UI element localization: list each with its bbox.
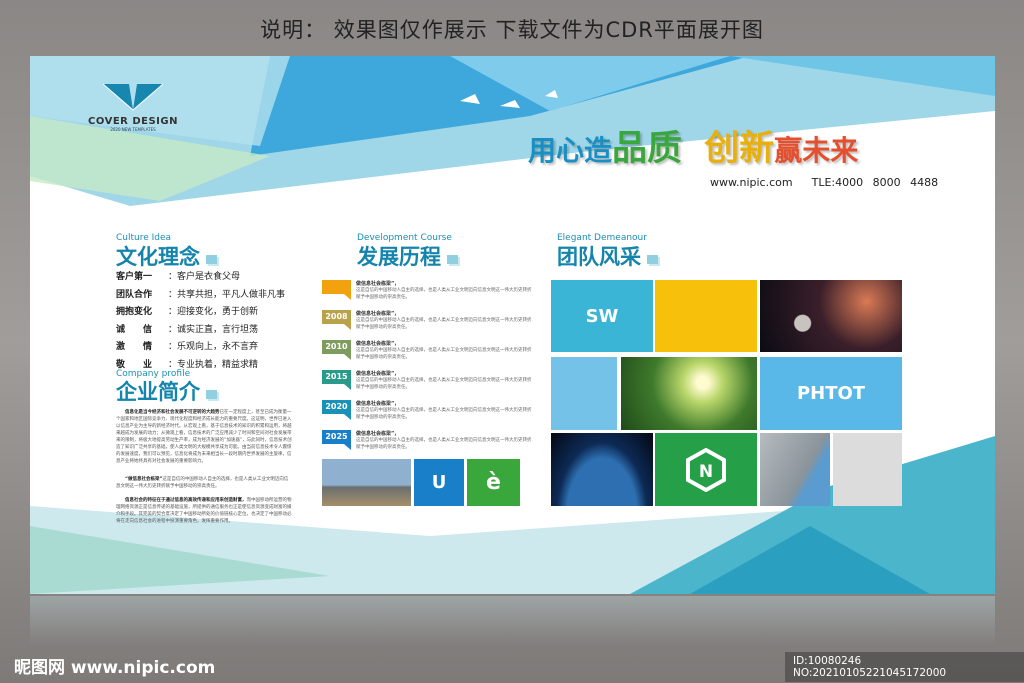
item-title: 做信息社会栋梁”， [356, 371, 400, 377]
culture-row: 拥抱变化 ：迎接变化，勇于创新 [116, 307, 259, 317]
tile-green-logo: N [655, 433, 757, 506]
building-photo [760, 433, 830, 506]
slogan: 用心造品质 创新赢未来 [528, 129, 859, 169]
culture-row: 团队合作 ：共享共担，平凡人做非凡事 [116, 289, 286, 300]
timeline-item: 2010 做信息社会栋梁”， 这是自信的中国移动人自主的选择，也是人类从工业文明迈向… [322, 340, 532, 370]
svg-text:N: N [699, 462, 713, 482]
profile-title: 企业简介 [116, 376, 217, 406]
space-photo [760, 280, 902, 352]
profile-paragraph: 信息社会的特征在于通过信息的高效传递和应用来创造财富，而中国移动所运营的物理网络… [116, 498, 292, 524]
timeline-item: 2008 做信息社会栋梁”， 这是自信的中国移动人自主的选择，也是人类从工业文明迈向… [322, 310, 532, 340]
tile-lightblue [551, 357, 617, 430]
tile-grey [833, 433, 902, 506]
hexagon-logo-icon: N [686, 447, 726, 492]
profile-paragraph: “做信息社会栋梁”这是自信的中国移动人自主的选择，也是人类从工业文明迈向信息文明… [116, 477, 289, 489]
profile-paragraph: 信息化是当今经济和社会发展不可逆转的大趋势已在一定程度上，甚至已成为衡量一个国家… [116, 410, 292, 464]
caption: 说明： 效果图仅作展示 下载文件为CDR平面展开图 [260, 18, 764, 42]
contact-info: www.nipic.com TLE:4000 8000 4488 [710, 176, 939, 189]
watermark: 昵图网 www.nipic.com [14, 658, 216, 678]
item-title: 做信息社会栋梁”， [356, 431, 400, 437]
earth-photo [551, 433, 653, 506]
year-tag: 2008 [322, 310, 351, 330]
item-text: 这是自信的中国移动人自主的选择，也是人类从工业文明迈向信息文明这一伟大历史转折赋… [356, 288, 532, 300]
logo: COVER DESIGN 2020 NEW TEMPLATES [88, 82, 178, 132]
item-title: 做信息社会栋梁”， [356, 341, 400, 347]
timeline-item: 2020 做信息社会栋梁”， 这是自信的中国移动人自主的选择，也是人类从工业文明迈向… [322, 400, 532, 430]
item-title: 做信息社会栋梁”， [356, 311, 400, 317]
image-id: ID:10080246 NO:20210105221045172000 [785, 652, 1024, 682]
year-tag: 2020 [322, 400, 351, 420]
tile-sw: SW [551, 280, 653, 352]
item-text: 这是自信的中国移动人自主的选择，也是人类从工业文明迈向信息文明这一伟大历史转折赋… [356, 438, 532, 450]
display-board: COVER DESIGN 2020 NEW TEMPLATES 用心造品质 创新… [30, 56, 995, 594]
timeline-item: 2015 做信息社会栋梁”， 这是自信的中国移动人自主的选择，也是人类从工业文明迈向… [322, 370, 532, 400]
item-title: 做信息社会栋梁”， [356, 401, 400, 407]
item-text: 这是自信的中国移动人自主的选择，也是人类从工业文明迈向信息文明这一伟大历史转折赋… [356, 348, 532, 360]
city-photo [322, 459, 411, 506]
item-text: 这是自信的中国移动人自主的选择，也是人类从工业文明迈向信息文明这一伟大历史转折赋… [356, 378, 532, 390]
year-tag: 2025 [322, 430, 351, 450]
reflection [30, 596, 995, 646]
item-text: 这是自信的中国移动人自主的选择，也是人类从工业文明迈向信息文明这一伟大历史转折赋… [356, 408, 532, 420]
culture-row: 诚 信：诚实正直，言行坦荡 [116, 324, 259, 335]
year-tag: 2015 [322, 370, 351, 390]
tile-yellow [655, 280, 757, 352]
tile-u: U [414, 459, 464, 506]
culture-list: 客户第一 ：客户是衣食父母 团队合作 ：共享共担，平凡人做非凡事 拥抱变化 ：迎接变化… [116, 269, 285, 374]
tile-phtot: PHTOT [760, 357, 902, 430]
culture-title: 文化理念 [116, 241, 217, 271]
team-title: 团队风采 [557, 241, 658, 271]
year-tag: 2010 [322, 340, 351, 360]
culture-row: 激 情：乐观向上，永不言弃 [116, 342, 259, 352]
culture-row: 客户第一 ：客户是衣食父母 [116, 272, 241, 282]
logo-mark-icon [102, 83, 164, 111]
year-tag [322, 280, 351, 300]
forest-photo [621, 357, 757, 430]
item-text: 这是自信的中国移动人自主的选择，也是人类从工业文明迈向信息文明这一伟大历史转折赋… [356, 318, 532, 330]
timeline-item: 做信息社会栋梁”， 这是自信的中国移动人自主的选择，也是人类从工业文明迈向信息文明… [322, 280, 532, 310]
course-title: 发展历程 [357, 241, 458, 271]
item-title: 做信息社会栋梁”， [356, 281, 400, 287]
tile-e: è [467, 459, 520, 506]
timeline-item: 2025 做信息社会栋梁”， 这是自信的中国移动人自主的选择，也是人类从工业文明迈向… [322, 430, 532, 460]
